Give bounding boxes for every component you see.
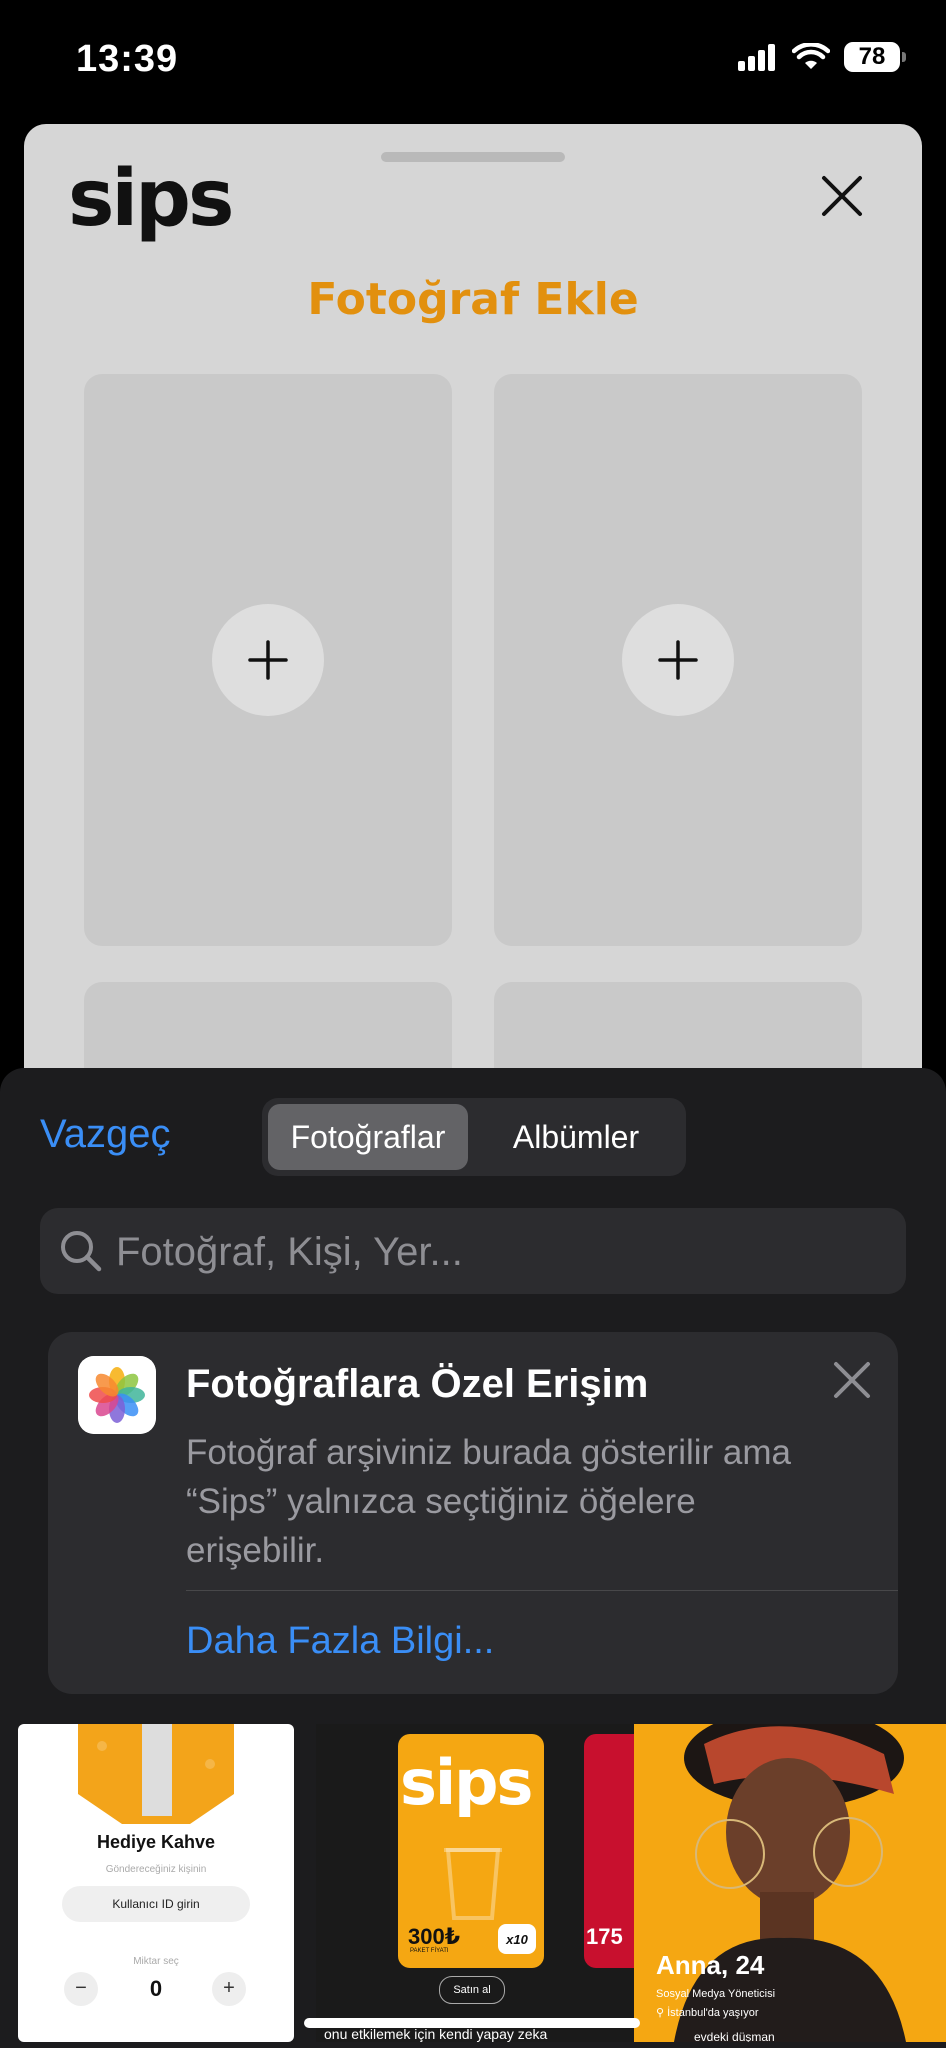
location-text: İstanbul'da yaşıyor: [667, 2007, 759, 2019]
cellular-signal-icon: [738, 44, 775, 71]
tab-photos[interactable]: Fotoğraflar: [268, 1104, 468, 1170]
pack-logo: sips: [400, 1746, 533, 1819]
plus-icon: [658, 640, 698, 680]
battery-level: 78: [858, 43, 886, 70]
pack-price-2: 175: [586, 1924, 623, 1949]
coffee-cup-icon: [444, 1848, 502, 1920]
status-icons: 78: [738, 42, 906, 72]
packs-caption: onu etkilemek için kendi yapay zeka: [324, 2026, 548, 2042]
search-icon: [61, 1231, 102, 1272]
photo-thumbnail[interactable]: Hediye Kahve Göndereceğiniz kişinin Kull…: [18, 1724, 294, 2042]
divider: [186, 1590, 898, 1591]
qty-value: 0: [149, 1976, 163, 2001]
dismiss-notice-icon[interactable]: [830, 1358, 874, 1402]
photo-thumbnail[interactable]: Anna, 24 Sosyal Medya Yöneticisi ⚲ İstan…: [634, 1724, 946, 2042]
logo-text: sips: [68, 154, 234, 244]
cancel-button[interactable]: Vazgeç: [40, 1112, 170, 1157]
photo-grid: Hediye Kahve Göndereceğiniz kişinin Kull…: [0, 1724, 946, 2048]
tab-albums[interactable]: Albümler: [472, 1104, 680, 1170]
gift-subtitle: Göndereceğiniz kişinin: [105, 1864, 207, 1875]
notice-title: Fotoğraflara Özel Erişim: [186, 1362, 649, 1406]
profile-role: Sosyal Medya Yöneticisi: [656, 1988, 776, 2000]
plus-icon: +: [212, 1972, 246, 2006]
buy-button: Satın al: [439, 1976, 505, 2004]
sheet-title: Fotoğraf Ekle: [307, 274, 639, 325]
sheet-grabber[interactable]: [381, 152, 565, 162]
notice-body: Fotoğraf arşiviniz burada gösterilir ama…: [186, 1433, 791, 1570]
pack-price-label: PAKET FİYATI: [410, 1948, 449, 1954]
photo-slot[interactable]: [84, 374, 452, 946]
picker-segmented-control: Fotoğraflar Albümler: [262, 1098, 686, 1176]
add-photo-button[interactable]: [622, 604, 734, 716]
photo-thumbnail[interactable]: sips 300₺ PAKET FİYATI x10 175 Satın al …: [316, 1724, 634, 2042]
status-time: 13:39: [76, 38, 179, 80]
plus-icon: [248, 640, 288, 680]
battery-icon: 78: [844, 42, 906, 72]
add-photo-sheet: sips Fotoğraf Ekle: [24, 124, 922, 1124]
profile-caption: evdeki düşman: [694, 2030, 775, 2042]
profile-location: ⚲ İstanbul'da yaşıyor: [656, 2006, 759, 2019]
pack-count: x10: [498, 1924, 536, 1954]
pack-card: sips 300₺ PAKET FİYATI x10: [398, 1734, 544, 1968]
learn-more-link[interactable]: Daha Fazla Bilgi...: [186, 1620, 494, 1663]
sips-logo: sips: [68, 154, 234, 244]
status-bar: 13:39 78: [0, 0, 946, 120]
limited-access-notice: Fotoğraflara Özel Erişim Fotoğraf arşivi…: [48, 1332, 898, 1694]
qty-label: Miktar seç: [133, 1956, 179, 1967]
home-indicator[interactable]: [304, 2018, 640, 2028]
location-pin-icon: ⚲: [656, 2007, 668, 2019]
wifi-icon: [792, 43, 830, 69]
profile-name: Anna, 24: [656, 1950, 765, 1980]
add-photo-button[interactable]: [212, 604, 324, 716]
pack-card-red: 175: [584, 1734, 634, 1968]
search-input[interactable]: [114, 1208, 878, 1296]
photo-slot[interactable]: [494, 374, 862, 946]
pack-price: 300₺: [408, 1924, 461, 1949]
close-icon[interactable]: [818, 172, 866, 220]
photos-app-icon: [78, 1356, 156, 1434]
search-bar: [40, 1208, 906, 1296]
gift-id-field: Kullanıcı ID girin: [62, 1886, 250, 1922]
gift-title: Hediye Kahve: [96, 1832, 216, 1852]
